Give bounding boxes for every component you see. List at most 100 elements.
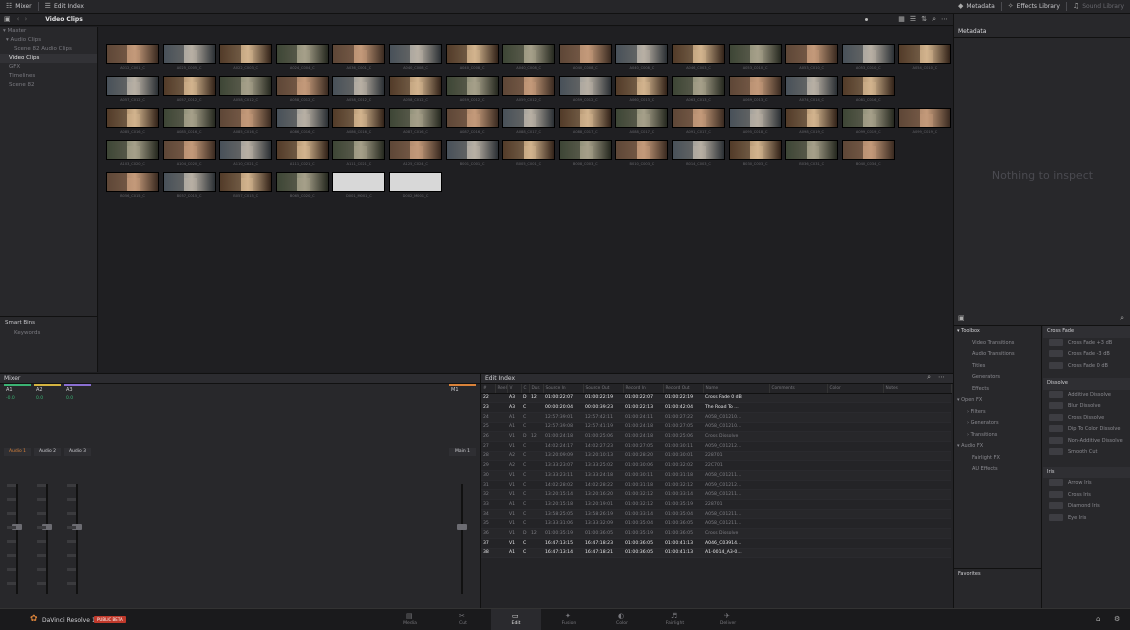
clip-thumbnail[interactable]: A125_C024_C — [389, 140, 442, 166]
more-icon[interactable]: ⋯ — [938, 374, 945, 381]
edit-index-row[interactable]: 36 V1 D 12 01:00:35:19 01:00:36:05 01:00:35:19… — [481, 528, 951, 539]
clip-thumbnail[interactable]: A069_C013_C — [728, 76, 782, 102]
clip-thumbnail[interactable]: D002_M001_C — [389, 172, 442, 198]
thumbnail-view-icon[interactable]: ▦ — [898, 16, 905, 23]
clip-thumbnail[interactable]: A058_C012_C — [219, 76, 273, 102]
sort-icon[interactable]: ⇅ — [921, 16, 927, 23]
edit-index-row[interactable]: 22 A3 D 12 01:00:22:07 01:00:22:19 01:00:22:07… — [481, 393, 951, 404]
column-header[interactable]: Reel — [495, 384, 508, 394]
clip-thumbnail[interactable]: A098_C019_C — [785, 108, 839, 134]
transition-eye-iris[interactable]: Eye Iris — [1043, 513, 1130, 525]
clip-thumbnail[interactable]: A057_C012_C — [162, 76, 216, 102]
clip-thumbnail[interactable]: A040_C008_C — [558, 44, 612, 70]
mixer-toggle[interactable]: ☷ Mixer — [0, 0, 38, 14]
edit-index-row[interactable]: 37 V1 C 16:47:13:15 16:47:18:23 01:00:36:05 01… — [481, 538, 951, 549]
clip-thumbnail[interactable]: B056_C015_C — [106, 172, 159, 198]
edit-index-toggle[interactable]: ☰ Edit Index — [39, 0, 90, 14]
edit-index-row[interactable]: 32 V1 C 13:20:15:14 13:20:16:20 01:00:32:12 01… — [481, 489, 951, 501]
transition-cross-iris[interactable]: Cross Iris — [1043, 490, 1130, 502]
metadata-toggle[interactable]: ◆ Metadata — [952, 0, 1001, 14]
clip-thumbnail[interactable]: A111_C021_C — [275, 140, 329, 166]
column-header[interactable]: Notes — [883, 384, 952, 394]
page-tab-cut[interactable]: ✂ Cut — [438, 609, 488, 630]
openfx-transitions[interactable]: › Transitions — [954, 430, 1041, 442]
clip-thumbnail[interactable]: A091_C017_C — [672, 108, 725, 134]
clip-thumbnail[interactable]: A087_C016_C — [389, 108, 442, 134]
edit-index-row[interactable]: 23 A3 C 00:00:20:04 00:00:39:23 01:00:22:13 01… — [481, 402, 951, 413]
clip-thumbnail[interactable]: B005_C001_C — [502, 140, 556, 166]
forward-icon[interactable]: › — [24, 16, 27, 23]
clip-thumbnail[interactable]: A099_C019_C — [898, 108, 952, 134]
clip-thumbnail[interactable]: A063_C013_C — [672, 76, 725, 102]
favorites-header[interactable]: Favorites — [954, 569, 1042, 581]
clip-thumbnail[interactable]: B057_C015_C — [162, 172, 216, 198]
toolbox-effects[interactable]: Effects — [954, 384, 1041, 396]
bin-scene82-audio[interactable]: Scene 82 Audio Clips — [0, 45, 97, 54]
clip-thumbnail[interactable]: B001_C001_C — [445, 140, 499, 166]
clip-thumbnail[interactable]: A110_C021_C — [219, 140, 273, 166]
transition-cross-dissolve[interactable]: Cross Dissolve — [1043, 413, 1130, 425]
clip-thumbnail[interactable]: B010_C003_C — [615, 140, 669, 166]
clip-thumbnail[interactable]: A054_C010_C — [898, 44, 952, 70]
bin-video-clips[interactable]: Video Clips — [0, 54, 97, 63]
clip-thumbnail[interactable]: B014_C003_C — [672, 140, 725, 166]
edit-index-row[interactable]: 26 V1 D 12 01:00:24:18 01:00:25:06 01:00:24:18… — [481, 431, 951, 442]
edit-index-row[interactable]: 28 A2 C 13:20:09:09 13:20:10:13 01:00:28:20 01… — [481, 451, 951, 462]
column-header[interactable]: Comments — [769, 384, 828, 394]
more-icon[interactable]: ⋯ — [941, 16, 948, 23]
edit-index-row[interactable]: 31 V1 C 14:02:28:02 14:02:28:22 01:00:31:18 01… — [481, 480, 951, 491]
clip-thumbnail[interactable]: A059_C012_C — [445, 76, 499, 102]
clip-thumbnail[interactable]: A074_C014_C — [785, 76, 839, 102]
home-icon[interactable]: ⌂ — [1096, 616, 1100, 623]
clip-thumbnail[interactable]: A022_C003_C — [219, 44, 273, 70]
toolbox-generators[interactable]: Generators — [954, 372, 1041, 384]
transition-diamond-iris[interactable]: Diamond Iris — [1043, 501, 1130, 513]
clip-thumbnail[interactable]: A053_C010_C — [728, 44, 782, 70]
search-icon[interactable]: ⌕ — [1120, 315, 1124, 322]
edit-index-row[interactable]: 25 A1 C 12:57:39:08 12:57:41:19 01:00:24:18 01… — [481, 422, 951, 433]
clip-thumbnail[interactable]: A058_C012_C — [332, 76, 386, 102]
page-tab-fusion[interactable]: ✦ Fusion — [544, 609, 594, 630]
edit-index-row[interactable]: 38 A1 C 16:47:13:14 16:47:18:21 01:00:36:05 01… — [481, 548, 951, 559]
clip-thumbnail[interactable]: D001_M001_C — [332, 172, 386, 198]
column-header[interactable]: C — [521, 384, 530, 394]
column-header[interactable]: V — [507, 384, 522, 394]
fader-knob[interactable] — [457, 524, 467, 530]
bin-gfx[interactable]: GFX — [0, 63, 97, 72]
clip-thumbnail[interactable]: A095_C018_C — [728, 108, 782, 134]
column-header[interactable]: Record Out — [663, 384, 704, 394]
edit-index-row[interactable]: 24 A1 C 12:57:39:01 12:57:42:11 01:00:24:11 01… — [481, 412, 951, 423]
clip-thumbnail[interactable]: A059_C012_C — [502, 76, 556, 102]
toolbox-header[interactable]: ▾ Toolbox — [954, 326, 1041, 338]
back-icon[interactable]: ‹ — [17, 16, 20, 23]
clip-thumbnail[interactable]: A025_C005_C — [162, 44, 216, 70]
clip-thumbnail[interactable]: A036_C001_C — [332, 44, 386, 70]
clip-thumbnail[interactable]: A053_C010_C — [785, 44, 839, 70]
transition-additive-dissolve[interactable]: Additive Dissolve — [1043, 390, 1130, 402]
smart-bin-keywords[interactable]: Keywords — [0, 329, 98, 338]
transition-cross-fade-plus3[interactable]: Cross Fade +3 dB — [1043, 338, 1130, 350]
clip-thumbnail[interactable]: A058_C012_C — [275, 76, 329, 102]
clip-thumbnail[interactable]: B057_C015_C — [219, 172, 273, 198]
list-view-icon[interactable]: ☰ — [910, 16, 916, 23]
clip-thumbnail[interactable]: A046_C003_C — [672, 44, 725, 70]
clip-thumbnail[interactable]: B008_C003_C — [558, 140, 612, 166]
transition-dip-to-color[interactable]: Dip To Color Dissolve — [1043, 424, 1130, 436]
edit-index-row[interactable]: 30 V1 C 13:33:23:11 13:33:24:18 01:00:30:11 01… — [481, 470, 951, 481]
page-tab-edit[interactable]: ▭ Edit — [491, 609, 541, 630]
clip-thumbnail[interactable]: A086_C016_C — [275, 108, 329, 134]
page-tab-deliver[interactable]: ✈ Deliver — [703, 609, 753, 630]
audiofx-au[interactable]: AU Effects — [954, 464, 1041, 476]
clip-thumbnail[interactable]: B040_C034_C — [841, 140, 895, 166]
edit-index-row[interactable]: 27 V1 C 14:02:24:17 14:02:27:23 01:00:27:05 01… — [481, 441, 951, 452]
transition-blur-dissolve[interactable]: Blur Dissolve — [1043, 401, 1130, 413]
clip-thumbnail[interactable]: A088_C017_C — [615, 108, 669, 134]
panel-icon[interactable]: ▣ — [4, 16, 11, 23]
clip-thumbnail[interactable]: A103_C020_C — [106, 140, 159, 166]
edit-index-row[interactable]: 35 V1 C 13:33:31:06 13:33:32:09 01:00:35:04 01… — [481, 518, 951, 530]
column-header[interactable]: # — [481, 384, 496, 394]
openfx-filters[interactable]: › Filters — [954, 407, 1041, 419]
clip-thumbnail[interactable]: A111_C021_C — [332, 140, 386, 166]
openfx-header[interactable]: ▾ Open FX — [954, 395, 1041, 407]
bin-master[interactable]: ▾ Master — [0, 27, 97, 36]
